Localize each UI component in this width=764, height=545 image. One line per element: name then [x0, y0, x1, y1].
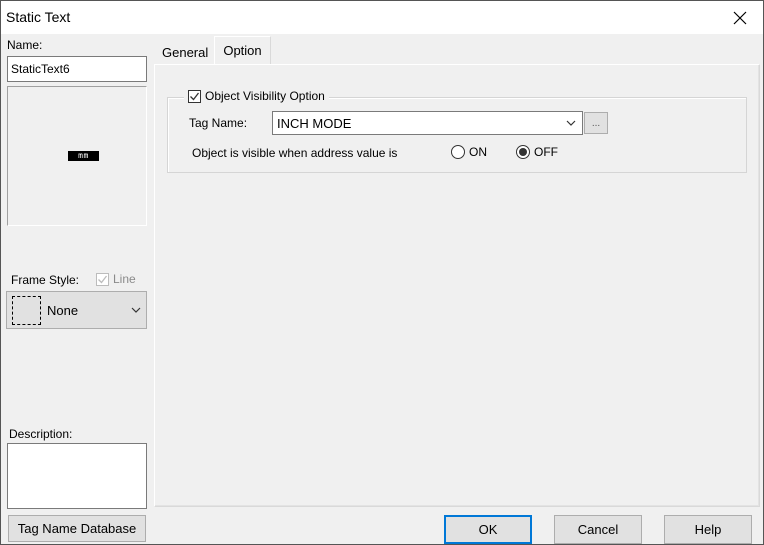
tab-general[interactable]: General	[158, 40, 212, 64]
visibility-checkbox-box	[188, 89, 201, 103]
line-checkbox-box	[96, 272, 109, 286]
description-label: Description:	[9, 427, 73, 441]
line-label: Line	[113, 272, 136, 286]
radio-off-circle	[516, 145, 530, 159]
tag-name-database-button[interactable]: Tag Name Database	[8, 515, 146, 542]
visibility-groupbox	[167, 97, 747, 173]
radio-on-label: ON	[469, 145, 487, 159]
radio-off-label: OFF	[534, 145, 558, 159]
chevron-down-icon	[566, 120, 576, 126]
visibility-checkbox[interactable]: Object Visibility Option	[184, 89, 329, 103]
preview-area: mm	[7, 86, 147, 226]
visible-when-label: Object is visible when address value is	[192, 146, 398, 160]
name-label: Name:	[7, 38, 43, 52]
radio-selected-dot	[519, 148, 527, 156]
description-input[interactable]	[7, 443, 147, 509]
frame-style-label: Frame Style:	[11, 273, 80, 287]
radio-off[interactable]: OFF	[516, 145, 558, 159]
checkmark-icon	[190, 92, 200, 100]
name-input-value: StaticText6	[11, 62, 70, 76]
static-text-dialog: Static Text Name: StaticText6 mm Frame S…	[0, 0, 764, 545]
tab-option[interactable]: Option	[214, 36, 271, 64]
radio-on-circle	[451, 145, 465, 159]
visibility-label: Object Visibility Option	[205, 89, 325, 103]
title-bar: Static Text	[1, 1, 763, 34]
frame-style-select[interactable]: None	[6, 291, 147, 329]
tag-name-label: Tag Name:	[189, 116, 248, 130]
tag-name-value: INCH MODE	[277, 116, 352, 131]
tag-name-select[interactable]: INCH MODE	[272, 111, 583, 135]
help-button[interactable]: Help	[664, 515, 752, 544]
browse-tag-button[interactable]: ...	[584, 112, 608, 134]
frame-style-value: None	[47, 303, 79, 318]
radio-on[interactable]: ON	[451, 145, 487, 159]
cancel-button[interactable]: Cancel	[554, 515, 642, 544]
window-title: Static Text	[6, 9, 71, 25]
name-input[interactable]: StaticText6	[7, 56, 147, 82]
line-checkbox[interactable]: Line	[96, 272, 136, 286]
chevron-down-icon	[131, 307, 141, 313]
frame-none-icon	[12, 296, 41, 325]
ok-button[interactable]: OK	[444, 515, 532, 544]
preview-object: mm	[68, 151, 99, 161]
checkmark-icon	[98, 275, 108, 283]
close-icon	[733, 11, 747, 24]
close-button[interactable]	[717, 1, 763, 34]
